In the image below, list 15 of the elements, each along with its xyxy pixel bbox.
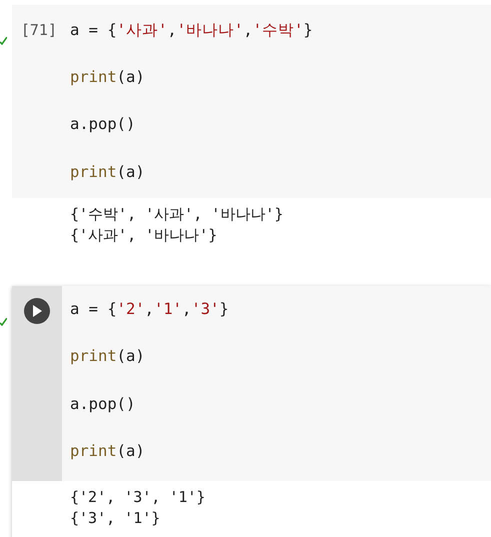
code-line: print(a) <box>70 67 146 88</box>
output-line: {'2', '3', '1'} <box>70 487 206 508</box>
code-line: print(a) <box>70 440 146 462</box>
code-line: a.pop() <box>70 394 136 415</box>
code-line: a = {'사과','바나나','수박'} <box>70 20 313 41</box>
execution-count: [71] <box>20 20 57 41</box>
run-button[interactable] <box>24 298 50 324</box>
output-line: {'3', '1'} <box>70 508 162 530</box>
play-icon <box>32 305 42 318</box>
output-line: {'사과', '바나나'} <box>70 225 218 246</box>
output-line: {'수박', '사과', '바나나'} <box>70 204 284 226</box>
code-line: print(a) <box>70 162 146 183</box>
code-line: a = {'2','1','3'} <box>70 299 229 320</box>
code-line: print(a) <box>70 346 146 368</box>
code-line: a.pop() <box>70 114 136 136</box>
